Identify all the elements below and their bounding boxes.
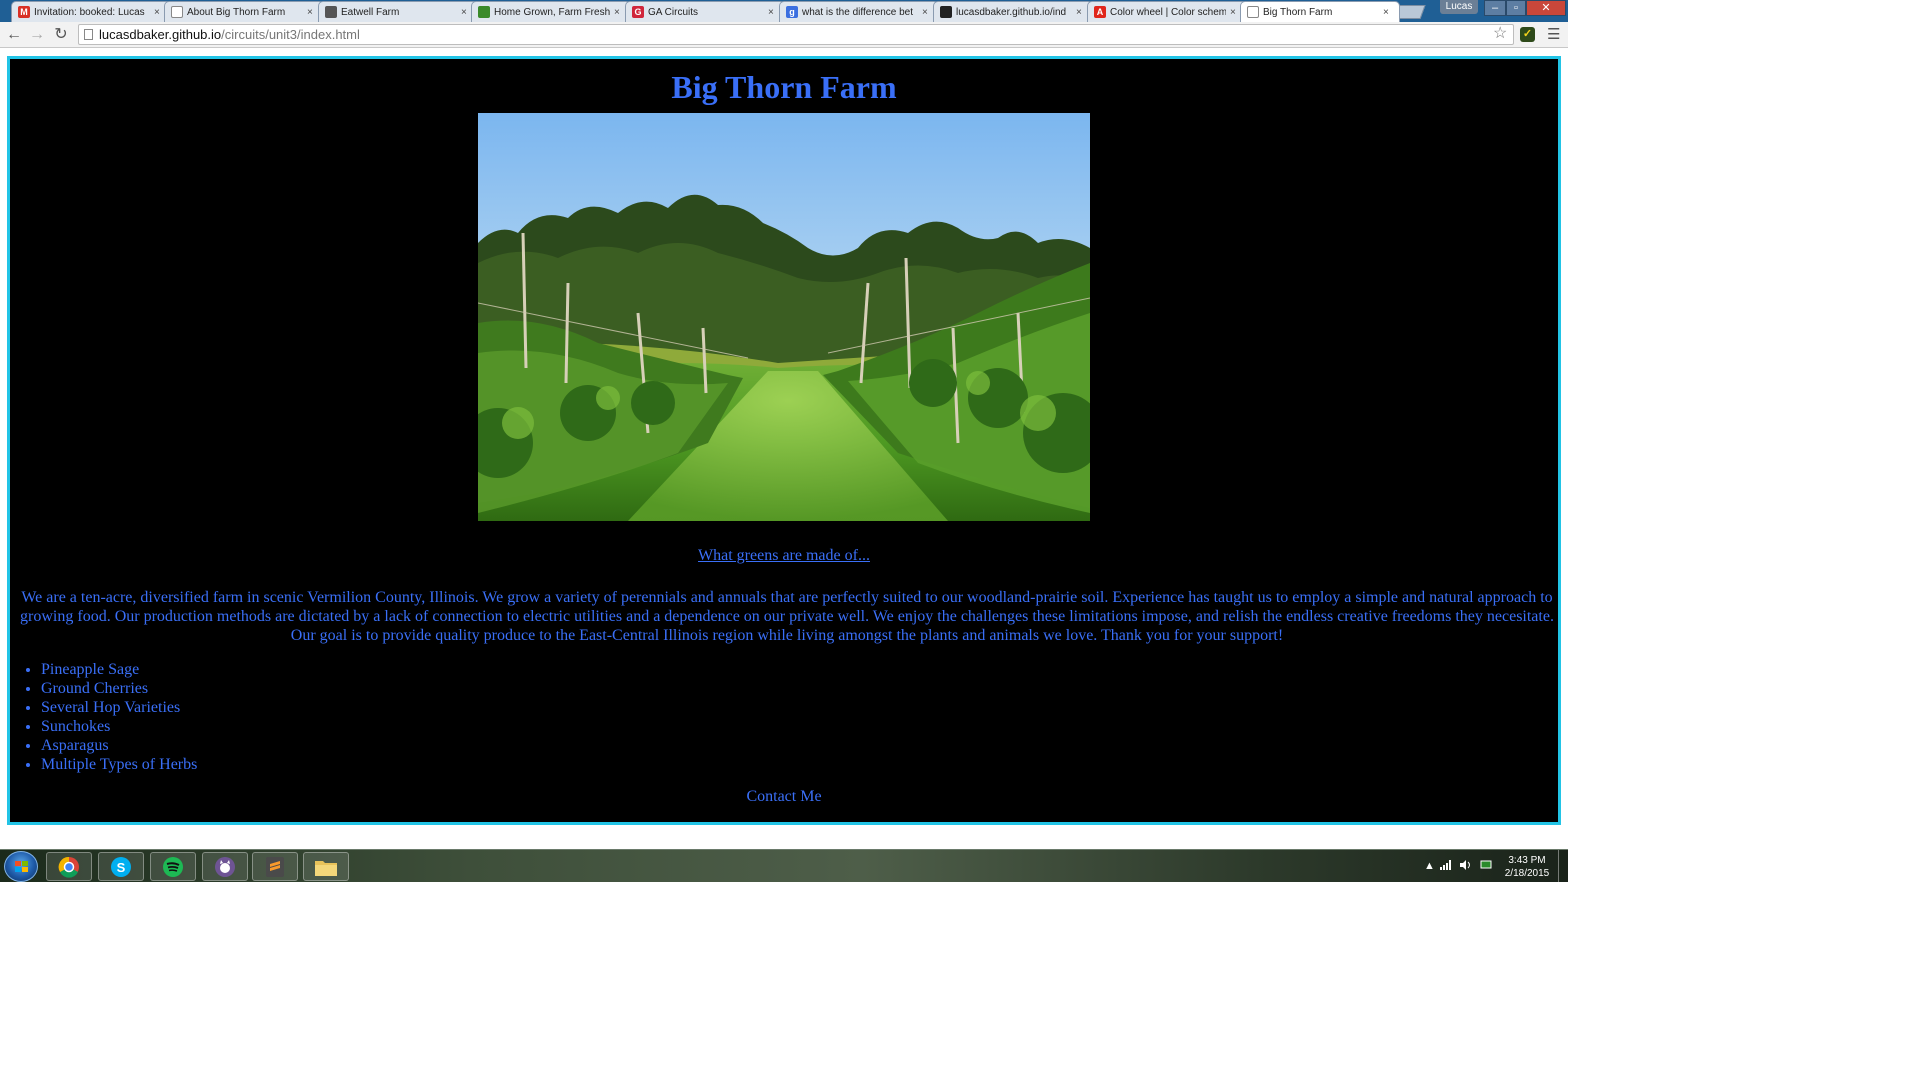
leaf-icon [478,6,490,18]
tab-close-icon[interactable]: × [154,7,164,18]
minimize-button[interactable]: – [1484,0,1506,16]
bookmark-star-icon[interactable]: ☆ [1493,23,1507,43]
chrome-icon[interactable] [46,852,92,881]
list-item: Pineapple Sage [41,660,197,679]
tab-close-icon[interactable]: × [1383,7,1393,18]
windows-taskbar: S ▲ 3:43 PM 2/18/2015 [0,849,1568,883]
volume-icon[interactable] [1460,860,1472,873]
gmail-icon: M [18,6,30,18]
clock-date: 2/18/2015 [1504,868,1550,879]
ga-icon: G [632,6,644,18]
profile-badge[interactable]: Lucas [1440,0,1478,14]
tray-expand-icon[interactable]: ▲ [1424,860,1435,872]
tab-6[interactable]: g what is the difference bet × [779,1,939,22]
tab-4[interactable]: Home Grown, Farm Fresh × [471,1,631,22]
tab-label: About Big Thorn Farm [187,6,286,18]
back-button[interactable]: ← [4,25,24,45]
forward-button[interactable]: → [27,25,47,45]
list-item: Several Hop Varieties [41,698,197,717]
svg-text:S: S [117,860,126,875]
spotify-icon[interactable] [150,852,196,881]
url-host: lucasdbaker.github.io [99,27,222,42]
list-item: Ground Cherries [41,679,197,698]
chrome-menu-icon[interactable]: ☰ [1547,25,1560,43]
tab-label: what is the difference bet [802,6,913,18]
contact-link[interactable]: Contact Me [10,788,1558,806]
page-icon [84,29,93,40]
page-viewport: Big Thorn Farm What greens are made of..… [0,49,1568,849]
sublime-text-icon[interactable] [252,852,298,881]
tab-close-icon[interactable]: × [461,7,471,18]
tab-close-icon[interactable]: × [614,7,624,18]
tab-8[interactable]: A Color wheel | Color schem × [1087,1,1247,22]
tab-close-icon[interactable]: × [1230,7,1240,18]
farm-photo [478,113,1090,521]
address-bar[interactable]: lucasdbaker.github.io/circuits/unit3/ind… [78,24,1514,45]
greens-link[interactable]: What greens are made of... [10,547,1558,565]
tab-label: GA Circuits [648,6,699,18]
list-item: Sunchokes [41,717,197,736]
list-item: Asparagus [41,736,197,755]
tab-strip: M Invitation: booked: Lucas × About Big Tho… [0,0,1568,22]
tab-9[interactable]: Big Thorn Farm × [1240,1,1400,22]
tab-3[interactable]: Eatwell Farm × [318,1,478,22]
signal-icon[interactable] [1440,860,1452,873]
tab-label: Home Grown, Farm Fresh [494,6,610,18]
tab-close-icon[interactable]: × [922,7,932,18]
list-item: Multiple Types of Herbs [41,755,197,774]
page-icon [1247,6,1259,18]
google-icon: g [786,6,798,18]
windows-logo-icon [15,861,28,872]
github-desktop-icon[interactable] [202,852,248,881]
network-icon[interactable] [1480,860,1492,873]
tab-2[interactable]: About Big Thorn Farm × [164,1,324,22]
page-frame: Big Thorn Farm What greens are made of..… [7,56,1561,825]
extension-icon[interactable]: ✓ [1520,27,1535,42]
tab-7[interactable]: lucasdbaker.github.io/ind × [933,1,1093,22]
tab-close-icon[interactable]: × [1076,7,1086,18]
show-desktop-button[interactable] [1558,850,1568,883]
tab-label: Color wheel | Color schem [1110,6,1226,18]
about-paragraph: We are a ten-acre, diversified farm in s… [20,589,1554,644]
file-explorer-icon[interactable] [303,852,349,881]
tab-5[interactable]: G GA Circuits × [625,1,785,22]
reload-button[interactable]: ↻ [51,25,71,45]
github-icon [940,6,952,18]
taskbar-clock[interactable]: 3:43 PM 2/18/2015 [1500,854,1554,880]
vineyard-image [478,113,1090,521]
tab-1[interactable]: M Invitation: booked: Lucas × [11,1,171,22]
maximize-button[interactable]: ▫ [1506,0,1526,16]
tab-label: Big Thorn Farm [1263,6,1333,18]
clock-time: 3:43 PM [1508,855,1546,866]
page-title: Big Thorn Farm [671,69,897,105]
tab-label: lucasdbaker.github.io/ind [956,6,1067,18]
close-window-button[interactable]: ✕ [1526,0,1566,16]
start-button[interactable] [4,851,38,882]
crop-list: Pineapple SageGround CherriesSeveral Hop… [41,660,197,774]
url-path: /circuits/unit3/index.html [221,27,360,42]
tab-close-icon[interactable]: × [768,7,778,18]
adobe-icon: A [1094,6,1106,18]
page-icon [171,6,183,18]
box-icon [325,6,337,18]
skype-icon[interactable]: S [98,852,144,881]
tab-label: Invitation: booked: Lucas [34,6,145,18]
browser-toolbar: ← → ↻ lucasdbaker.github.io/circuits/uni… [0,22,1568,48]
tab-label: Eatwell Farm [341,6,400,18]
tab-close-icon[interactable]: × [307,7,317,18]
